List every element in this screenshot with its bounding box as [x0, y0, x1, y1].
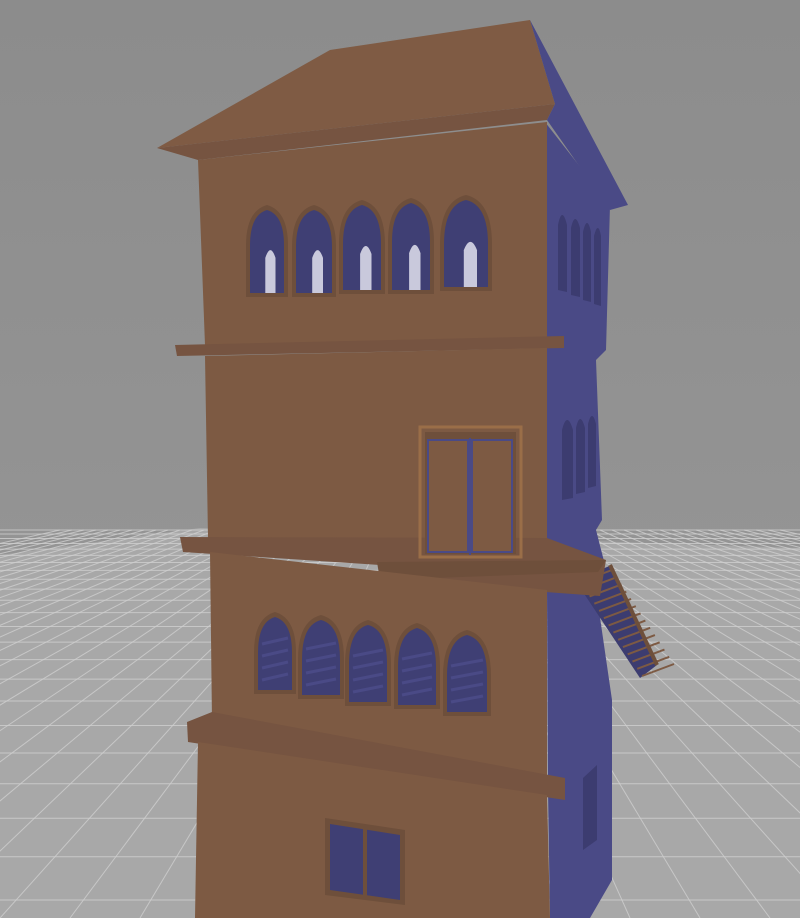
double-door	[418, 425, 523, 559]
arched-window-top-5	[440, 195, 492, 291]
side-window-lower	[583, 765, 597, 850]
arched-window-lower-5	[443, 630, 491, 716]
arched-window-lower-1	[254, 612, 296, 694]
3d-viewport[interactable]	[0, 0, 800, 918]
ground-window	[325, 818, 405, 905]
arched-window-lower-2	[298, 615, 344, 699]
arched-window-lower-3	[345, 620, 391, 706]
arched-window-top-3	[339, 200, 385, 294]
arched-window-top-4	[388, 198, 434, 294]
arched-window-top-2	[292, 205, 336, 297]
arched-window-lower-4	[394, 623, 440, 709]
arched-window-top-1	[246, 205, 288, 297]
tower-scene	[0, 0, 800, 918]
